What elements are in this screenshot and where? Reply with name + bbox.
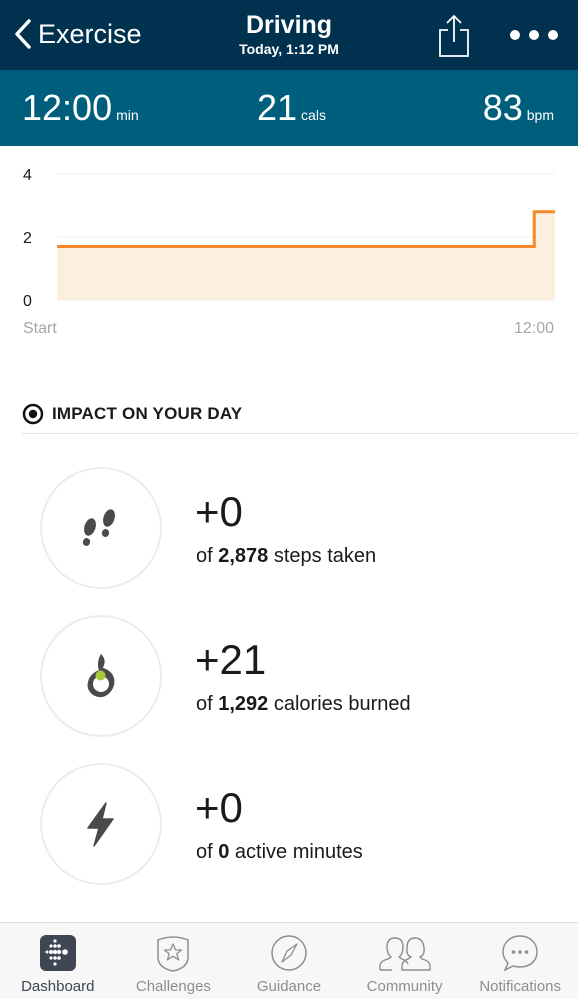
active-minutes-icon-circle xyxy=(40,763,162,885)
chart-series-line xyxy=(57,210,555,248)
calories-icon-circle xyxy=(40,615,162,737)
impact-section-header: IMPACT ON YOUR DAY xyxy=(22,400,578,434)
calories-description: of 1,292 calories burned xyxy=(196,693,411,716)
summary-stats-bar: 12:00 min 21 cals 83 bpm xyxy=(0,70,578,146)
steps-prefix: of xyxy=(196,545,219,567)
x-tick-label-start: Start xyxy=(23,320,57,337)
challenges-icon xyxy=(157,936,190,972)
heart-rate-stat: 83 bpm xyxy=(483,87,554,129)
active-minutes-suffix: active minutes xyxy=(229,841,363,863)
x-tick-label-end: 12:00 xyxy=(514,320,554,337)
more-dot-icon xyxy=(510,30,520,40)
steps-total: 2,878 xyxy=(218,545,269,567)
tab-challenges[interactable]: Challenges xyxy=(116,923,232,999)
calories-stat: 21 cals xyxy=(257,87,326,129)
more-button[interactable] xyxy=(510,26,558,44)
impact-active-minutes: +0 of 0 active minutes xyxy=(40,763,560,887)
flame-icon xyxy=(87,654,115,698)
back-button[interactable]: Exercise xyxy=(12,18,142,50)
compass-icon xyxy=(271,935,307,971)
tab-dashboard[interactable]: Dashboard xyxy=(0,923,116,999)
steps-icon-circle xyxy=(40,467,162,589)
impact-steps: +0 of 2,878 steps taken xyxy=(40,467,560,591)
calories-suffix: calories burned xyxy=(268,693,411,715)
more-dot-icon xyxy=(529,30,539,40)
calories-value: 21 xyxy=(257,87,298,128)
duration-value: 12:00 xyxy=(22,87,113,128)
more-dot-icon xyxy=(548,30,558,40)
heart-rate-value: 83 xyxy=(482,87,523,128)
footsteps-icon xyxy=(82,509,115,546)
chart-area-fill xyxy=(57,211,555,300)
back-label: Exercise xyxy=(38,18,142,49)
steps-description: of 2,878 steps taken xyxy=(196,545,376,568)
calories-prefix: of xyxy=(196,693,219,715)
community-icon xyxy=(378,937,431,971)
calories-total: 1,292 xyxy=(218,693,269,715)
notifications-icon xyxy=(502,935,538,972)
steps-delta: +0 xyxy=(195,488,243,535)
lightning-icon xyxy=(87,802,114,847)
duration-stat: 12:00 min xyxy=(22,87,139,129)
tab-bar: Dashboard Challenges Guidance Community xyxy=(0,922,578,999)
share-button[interactable] xyxy=(437,14,471,58)
y-tick-label: 4 xyxy=(23,167,32,184)
active-minutes-delta: +0 xyxy=(195,784,243,831)
impact-calories: +21 of 1,292 calories burned xyxy=(40,615,560,739)
y-tick-label: 0 xyxy=(23,293,32,310)
exercise-detail-screen: Exercise Driving Today, 1:12 PM 12:00 mi… xyxy=(0,0,578,999)
chevron-left-icon xyxy=(15,19,31,49)
calorie-chart: 0 2 4 Start 12:00 xyxy=(0,146,578,356)
tab-guidance[interactable]: Guidance xyxy=(231,923,347,999)
active-minutes-total: 0 xyxy=(218,841,230,863)
dashboard-icon xyxy=(39,935,76,971)
y-tick-label: 2 xyxy=(23,230,32,247)
navigation-bar: Exercise Driving Today, 1:12 PM xyxy=(0,0,578,70)
impact-title: IMPACT ON YOUR DAY xyxy=(52,403,243,423)
heart-rate-unit: bpm xyxy=(526,107,554,123)
calories-delta: +21 xyxy=(195,636,267,683)
tab-label: Challenges xyxy=(135,978,211,995)
tab-label: Community xyxy=(366,978,443,995)
tab-community[interactable]: Community xyxy=(347,923,463,999)
tab-label: Notifications xyxy=(479,978,562,995)
calories-unit: cals xyxy=(301,107,326,123)
target-icon xyxy=(22,403,44,424)
steps-suffix: steps taken xyxy=(268,545,377,567)
calorie-chart-svg: 0 2 4 Start 12:00 xyxy=(23,167,555,337)
tab-notifications[interactable]: Notifications xyxy=(462,923,578,999)
tab-label: Dashboard xyxy=(21,978,95,995)
active-minutes-prefix: of xyxy=(196,841,219,863)
active-minutes-description: of 0 active minutes xyxy=(196,841,363,864)
duration-unit: min xyxy=(116,107,139,123)
tab-label: Guidance xyxy=(256,978,322,995)
share-icon xyxy=(439,14,469,57)
